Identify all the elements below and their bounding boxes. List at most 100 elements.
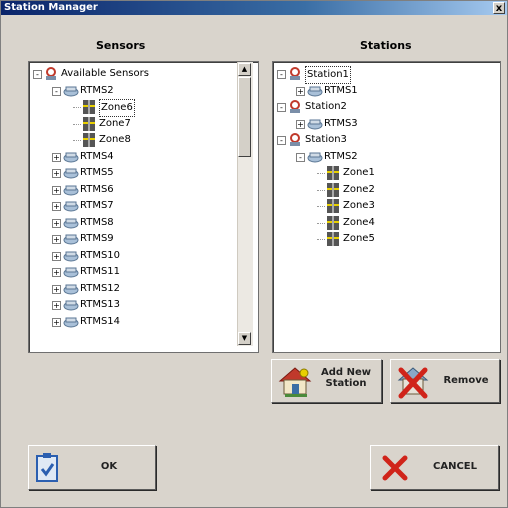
remove-station-icon xyxy=(397,367,429,399)
remove-station-button[interactable]: Remove xyxy=(390,359,500,403)
tree-item[interactable]: + RTMS3 xyxy=(273,116,473,132)
tree-connector xyxy=(317,239,325,240)
cancel-label: CANCEL xyxy=(433,461,477,472)
tree-item[interactable]: Zone2 xyxy=(273,182,473,198)
sensor-icon xyxy=(63,199,79,213)
tree-item[interactable]: - Available Sensors xyxy=(29,66,229,82)
collapse-icon[interactable]: - xyxy=(33,70,42,79)
close-button[interactable]: x xyxy=(493,2,505,14)
expand-icon[interactable]: + xyxy=(52,218,61,228)
zone-icon xyxy=(326,215,340,230)
stations-tree[interactable]: - Station1 + RTMS1- Station2 + RTMS3- Station3-… xyxy=(272,61,501,353)
expand-icon[interactable]: + xyxy=(52,235,61,244)
expand-icon[interactable]: + xyxy=(52,317,61,327)
cancel-x-icon xyxy=(382,455,408,481)
sensor-icon xyxy=(63,183,79,197)
sensor-icon xyxy=(63,265,79,279)
tree-item[interactable]: + RTMS11 xyxy=(29,264,229,280)
expand-icon[interactable]: + xyxy=(52,169,61,178)
tree-item-label: RTMS2 xyxy=(324,150,358,162)
tree-item[interactable]: + RTMS8 xyxy=(29,215,229,231)
sensor-icon xyxy=(63,84,79,98)
collapse-icon[interactable]: - xyxy=(296,152,305,162)
tree-connector xyxy=(317,173,325,174)
tree-item-label: RTMS5 xyxy=(80,167,114,178)
tree-item-label: RTMS8 xyxy=(80,216,114,228)
expand-icon[interactable]: + xyxy=(52,251,61,261)
title-bar[interactable]: Station Manager x xyxy=(1,1,507,15)
ok-button[interactable]: OK xyxy=(28,445,156,490)
tree-item[interactable]: + RTMS7 xyxy=(29,198,229,214)
tree-connector xyxy=(317,189,325,191)
tree-item[interactable]: + RTMS6 xyxy=(29,182,229,198)
tree-item-label: RTMS9 xyxy=(80,233,114,244)
expand-icon[interactable]: + xyxy=(52,185,61,195)
tree-item-label: RTMS13 xyxy=(80,299,121,310)
tree-item[interactable]: Zone3 xyxy=(273,198,473,214)
scroll-down-button[interactable]: ▼ xyxy=(238,332,251,345)
collapse-icon[interactable]: - xyxy=(277,70,286,79)
tree-item[interactable]: Zone5 xyxy=(273,231,473,247)
sensor-icon xyxy=(63,282,79,296)
collapse-icon[interactable]: - xyxy=(277,136,286,145)
house-station-icon xyxy=(278,367,312,397)
expand-icon[interactable]: + xyxy=(52,301,61,310)
stations-heading: Stations xyxy=(360,39,412,52)
tree-item-label: Zone2 xyxy=(343,183,375,195)
zone-icon xyxy=(326,232,340,246)
tree-item[interactable]: + RTMS12 xyxy=(29,281,229,297)
sensor-icon xyxy=(63,249,79,263)
scroll-up-button[interactable]: ▲ xyxy=(238,63,251,76)
tree-item[interactable]: - RTMS2 xyxy=(273,149,473,165)
expand-icon[interactable]: + xyxy=(296,119,305,129)
expand-icon[interactable]: + xyxy=(296,86,305,96)
cancel-button[interactable]: CANCEL xyxy=(370,445,499,490)
tree-item-label: RTMS6 xyxy=(80,183,114,195)
tree-item[interactable]: Zone4 xyxy=(273,215,473,231)
sensors-tree[interactable]: ▲ ▼ - Available Sensors - RTMS2 Zone6 Zone7 Zo… xyxy=(28,61,259,353)
tree-connector xyxy=(73,140,81,141)
expand-icon[interactable]: + xyxy=(52,202,61,211)
zone-icon xyxy=(326,182,340,197)
tree-item[interactable]: - Station3 xyxy=(273,132,473,148)
station-icon xyxy=(288,133,302,147)
tree-item[interactable]: Zone7 xyxy=(29,116,229,132)
tree-item-label: RTMS11 xyxy=(80,266,121,277)
tree-item[interactable]: + RTMS9 xyxy=(29,231,229,247)
tree-item[interactable]: + RTMS5 xyxy=(29,165,229,181)
sensor-icon xyxy=(63,232,79,246)
expand-icon[interactable]: + xyxy=(52,152,61,162)
zone-icon xyxy=(82,133,96,147)
sensor-icon xyxy=(63,216,79,230)
tree-item[interactable]: + RTMS14 xyxy=(29,314,229,330)
station-icon xyxy=(288,100,302,114)
tree-item-label: RTMS10 xyxy=(80,249,121,261)
tree-item-label: Zone1 xyxy=(343,167,375,178)
tree-item[interactable]: Zone8 xyxy=(29,132,229,148)
tree-item[interactable]: + RTMS4 xyxy=(29,149,229,165)
expand-icon[interactable]: + xyxy=(52,284,61,294)
sensors-heading: Sensors xyxy=(96,39,146,52)
sensors-scrollbar[interactable]: ▲ ▼ xyxy=(237,62,253,346)
station-manager-window: Station Manager x Sensors Stations ▲ ▼ -… xyxy=(0,0,508,508)
add-new-station-button[interactable]: Add New Station xyxy=(271,359,382,403)
tree-item[interactable]: - Station1 xyxy=(273,66,473,84)
tree-connector xyxy=(73,107,81,108)
tree-item[interactable]: + RTMS10 xyxy=(29,248,229,264)
window-title: Station Manager xyxy=(4,2,98,13)
tree-item[interactable]: Zone1 xyxy=(273,165,473,181)
tree-item[interactable]: + RTMS1 xyxy=(273,83,473,99)
tree-item[interactable]: - RTMS2 xyxy=(29,83,229,99)
tree-item[interactable]: - Station2 xyxy=(273,99,473,115)
tree-item[interactable]: Zone6 xyxy=(29,99,229,117)
tree-item-label: Zone8 xyxy=(99,134,131,145)
sensor-icon xyxy=(63,298,79,312)
tree-item-label: Zone7 xyxy=(99,117,131,129)
tree-item-label: Station3 xyxy=(305,134,347,145)
tree-item[interactable]: + RTMS13 xyxy=(29,297,229,313)
expand-icon[interactable]: + xyxy=(52,268,61,277)
collapse-icon[interactable]: - xyxy=(52,86,61,96)
add-station-label-line1: Add New xyxy=(321,367,371,378)
collapse-icon[interactable]: - xyxy=(277,103,286,112)
scroll-thumb[interactable] xyxy=(238,77,251,157)
